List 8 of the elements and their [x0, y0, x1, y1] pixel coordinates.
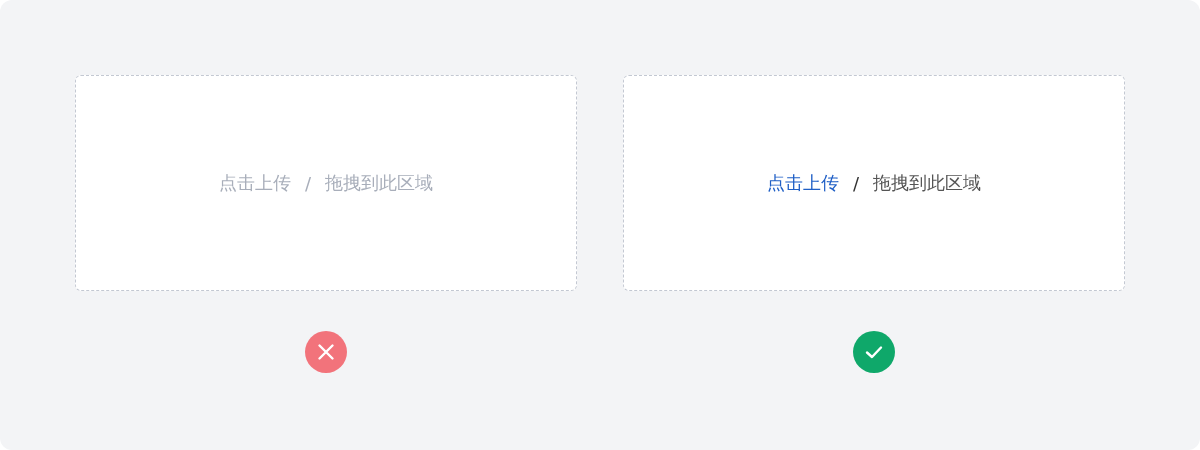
- checkmark-icon: [853, 331, 895, 373]
- separator-text: /: [852, 172, 860, 194]
- upload-link[interactable]: 点击上传: [766, 171, 839, 195]
- drag-hint-text: 拖拽到此区域: [325, 171, 434, 195]
- separator-text: /: [304, 172, 312, 194]
- upload-dropzone[interactable]: 点击上传 / 拖拽到此区域: [623, 75, 1125, 291]
- cross-icon: [305, 331, 347, 373]
- drag-hint-text: 拖拽到此区域: [873, 171, 982, 195]
